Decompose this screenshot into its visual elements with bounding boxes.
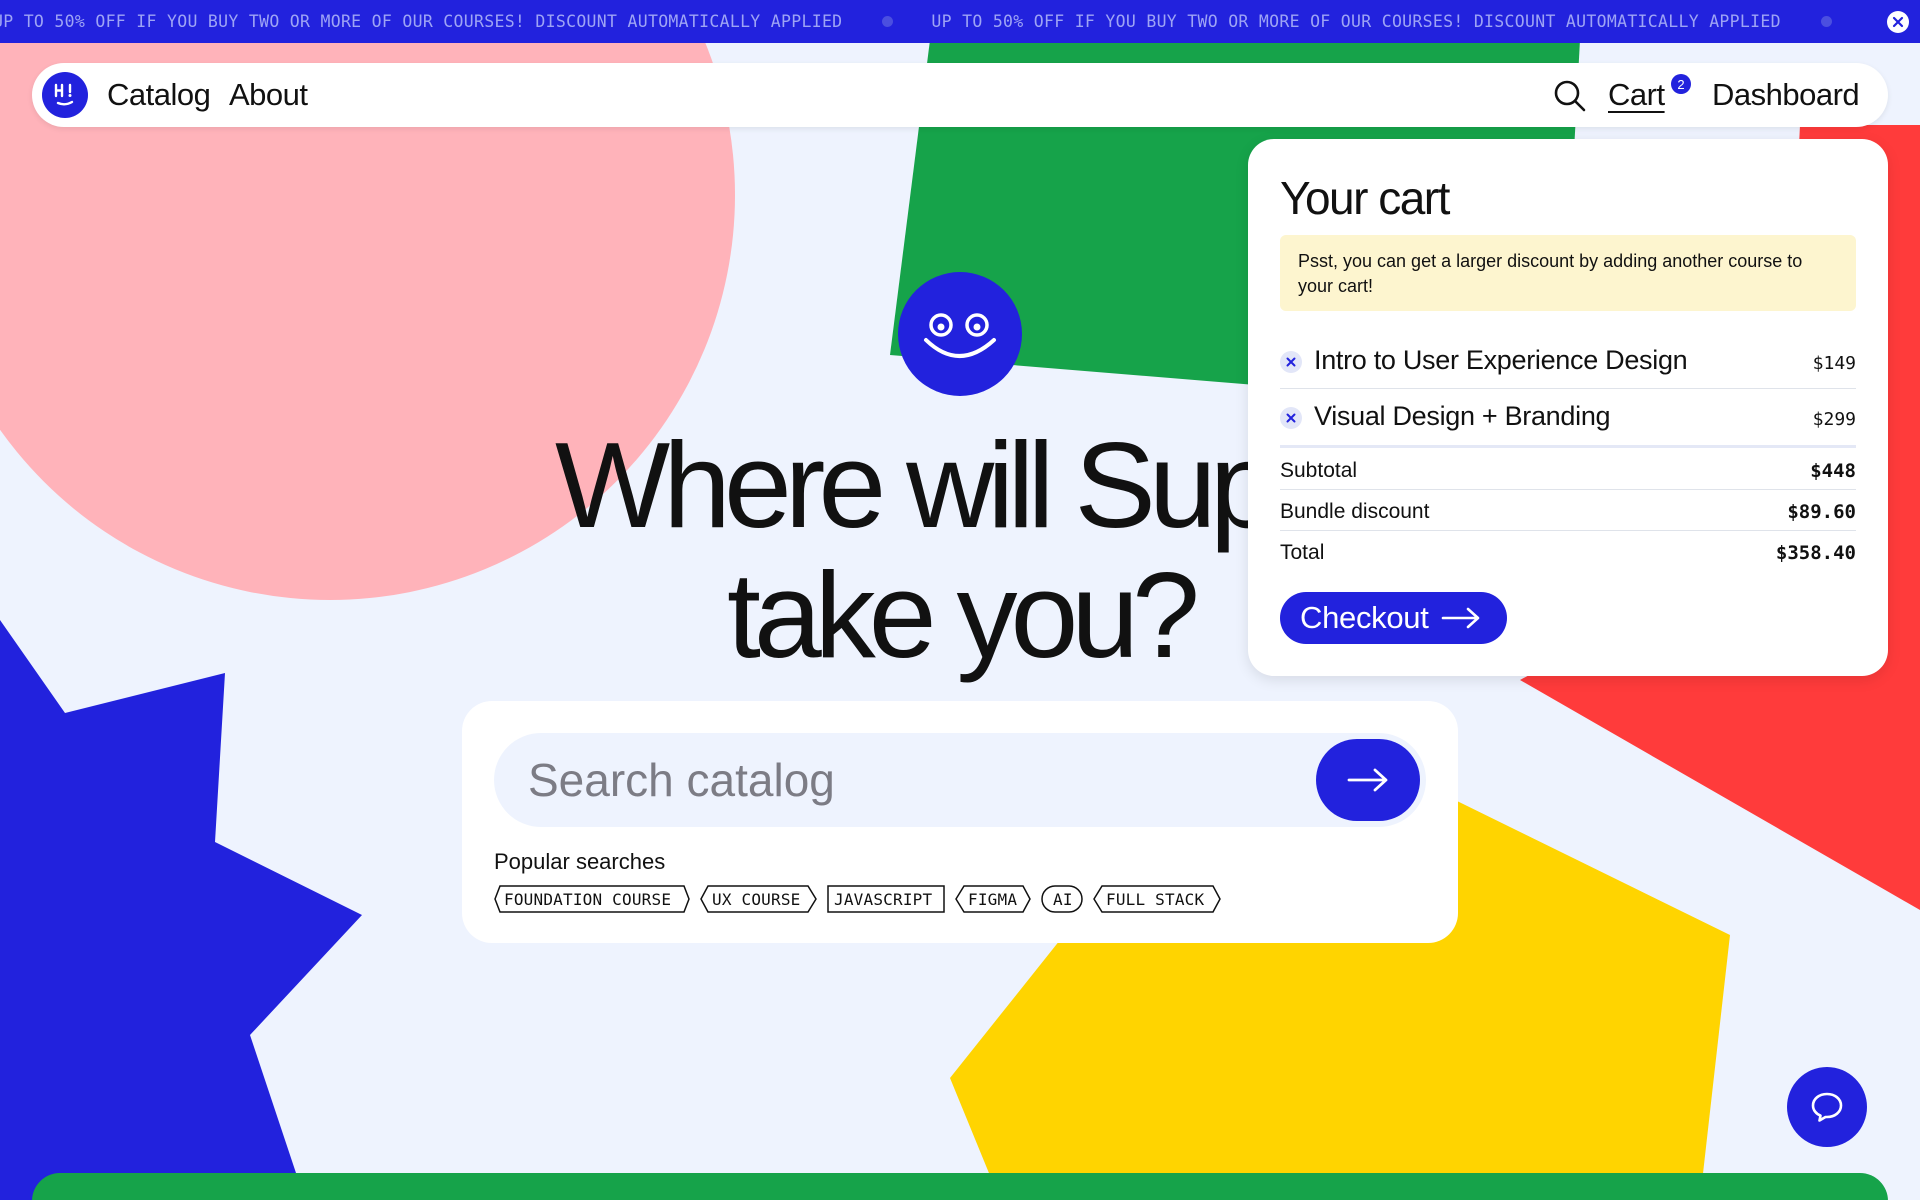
total-label: Total bbox=[1280, 541, 1325, 564]
tag-ai[interactable]: AI bbox=[1041, 885, 1083, 913]
tag-foundation-course[interactable]: FOUNDATION COURSE bbox=[494, 885, 690, 913]
items-divider bbox=[1280, 445, 1856, 448]
search-box bbox=[494, 733, 1426, 827]
announcement-bar: UP TO 50% OFF IF YOU BUY TWO OR MORE OF … bbox=[0, 0, 1920, 43]
nav-about-link[interactable]: About bbox=[229, 77, 308, 113]
total-value: $358.40 bbox=[1775, 542, 1856, 564]
headline-line-1: Where will Super bbox=[554, 417, 1372, 553]
cart-item: Intro to User Experience Design $149 bbox=[1280, 335, 1856, 389]
cart-item-name: Visual Design + Branding bbox=[1314, 401, 1611, 431]
announcement-text: UP TO 50% OFF IF YOU BUY TWO OR MORE OF … bbox=[0, 12, 843, 31]
top-nav: Catalog About Cart 2 Dashboard bbox=[32, 63, 1888, 127]
discount-value: $89.60 bbox=[1787, 501, 1856, 523]
tag-label: AI bbox=[1053, 889, 1073, 909]
search-submit-button[interactable] bbox=[1316, 739, 1420, 821]
cart-count-badge: 2 bbox=[1671, 74, 1691, 94]
close-icon bbox=[1286, 357, 1296, 367]
search-card: Popular searches FOUNDATION COURSE UX CO… bbox=[462, 701, 1458, 943]
search-input[interactable] bbox=[528, 753, 1308, 807]
nav-cart-link[interactable]: Cart bbox=[1608, 77, 1665, 113]
home-logo-link[interactable] bbox=[42, 72, 88, 118]
subtotal-row: Subtotal $448 bbox=[1280, 449, 1856, 490]
subtotal-value: $448 bbox=[1810, 460, 1856, 482]
cart-item-price: $149 bbox=[1812, 353, 1856, 374]
nav-catalog-link[interactable]: Catalog bbox=[107, 77, 211, 113]
search-icon[interactable] bbox=[1553, 79, 1587, 113]
cart-item-price: $299 bbox=[1812, 409, 1856, 430]
hi-logo-icon bbox=[54, 83, 74, 106]
discount-row: Bundle discount $89.60 bbox=[1280, 490, 1856, 531]
close-icon bbox=[1892, 16, 1904, 28]
tag-label: FOUNDATION COURSE bbox=[504, 889, 672, 909]
blue-star-shape bbox=[0, 620, 362, 1200]
arrow-right-icon bbox=[1347, 768, 1388, 792]
smiley-face-icon bbox=[898, 272, 1022, 396]
popular-search-tags: FOUNDATION COURSE UX COURSE JAVASCRIPT F… bbox=[494, 885, 1221, 913]
remove-item-button[interactable] bbox=[1280, 407, 1302, 429]
separator-dot-icon bbox=[882, 16, 894, 27]
bottom-section-band bbox=[32, 1173, 1888, 1200]
remove-item-button[interactable] bbox=[1280, 351, 1302, 373]
total-row: Total $358.40 bbox=[1280, 531, 1856, 572]
checkout-label: Checkout bbox=[1300, 600, 1429, 635]
cart-panel: Your cart Psst, you can get a larger dis… bbox=[1248, 139, 1888, 676]
announcement-text: UP TO 50% OFF IF YOU BUY TWO OR MORE OF … bbox=[931, 12, 1781, 31]
close-icon bbox=[1286, 413, 1296, 423]
tag-full-stack[interactable]: FULL STACK bbox=[1093, 885, 1221, 913]
tag-label: FULL STACK bbox=[1106, 889, 1205, 909]
close-announcement-button[interactable] bbox=[1887, 11, 1909, 33]
tag-label: JAVASCRIPT bbox=[834, 889, 933, 909]
discount-notice: Psst, you can get a larger discount by a… bbox=[1280, 235, 1856, 311]
tag-label: FIGMA bbox=[968, 889, 1018, 909]
discount-label: Bundle discount bbox=[1280, 500, 1430, 523]
separator-dot-icon bbox=[1820, 16, 1832, 27]
checkout-button[interactable]: Checkout bbox=[1280, 592, 1507, 644]
tag-label: UX COURSE bbox=[712, 889, 801, 909]
cart-item: Visual Design + Branding $299 bbox=[1280, 391, 1856, 445]
nav-dashboard-link[interactable]: Dashboard bbox=[1712, 77, 1860, 113]
chat-bubble-icon bbox=[1811, 1092, 1843, 1122]
cart-title: Your cart bbox=[1280, 172, 1450, 224]
popular-searches-label: Popular searches bbox=[494, 849, 666, 874]
cart-item-name: Intro to User Experience Design bbox=[1314, 345, 1688, 375]
headline-line-2: take you? bbox=[726, 547, 1200, 683]
tag-javascript[interactable]: JAVASCRIPT bbox=[827, 885, 945, 913]
arrow-right-icon bbox=[1441, 607, 1479, 629]
tag-figma[interactable]: FIGMA bbox=[955, 885, 1031, 913]
subtotal-label: Subtotal bbox=[1280, 459, 1358, 482]
tag-ux-course[interactable]: UX COURSE bbox=[700, 885, 817, 913]
chat-button[interactable] bbox=[1787, 1067, 1867, 1147]
